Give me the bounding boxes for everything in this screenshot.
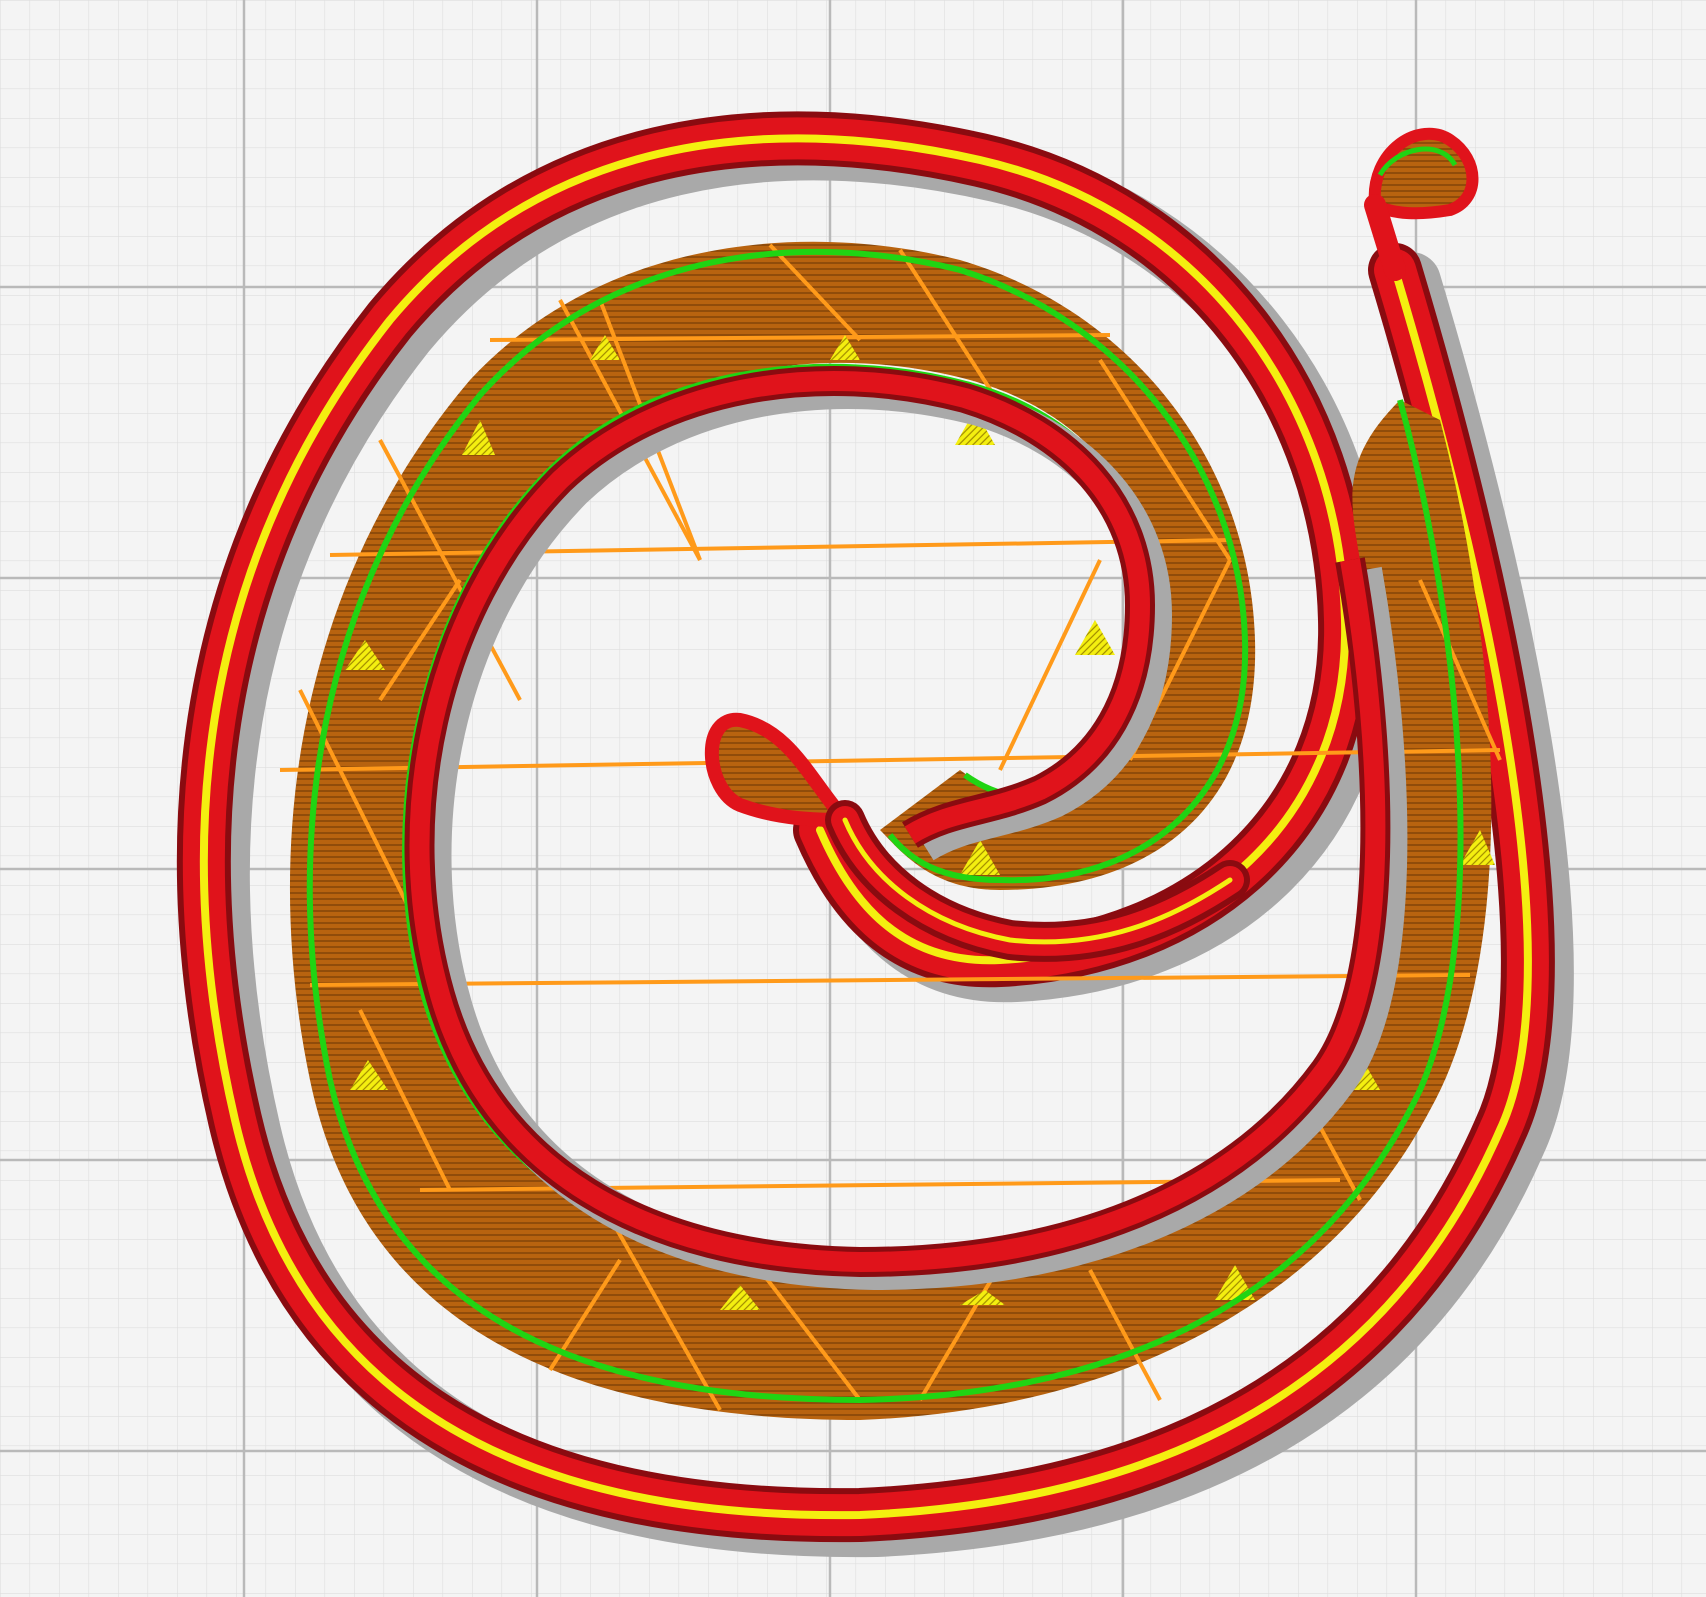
hook-end xyxy=(1368,127,1479,220)
slice-preview-viewport[interactable] xyxy=(0,0,1706,1597)
